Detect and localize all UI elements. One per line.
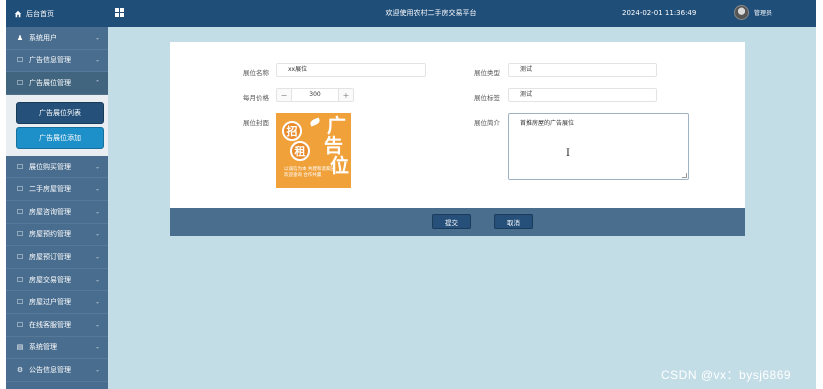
price-stepper[interactable]: − 300 + [276, 88, 354, 102]
doc-icon: ☐ [16, 162, 24, 171]
username: 管理员 [754, 10, 773, 17]
name-label: 展位名称 [243, 69, 269, 77]
doc-icon: ☐ [16, 207, 24, 216]
chevron-down-icon: ⌄ [94, 253, 100, 261]
text-cursor-icon: I [566, 148, 570, 159]
sidebar-item-label: 房屋过户管理 [29, 298, 71, 307]
user-menu[interactable]: 管理员 [734, 5, 772, 20]
cancel-button[interactable]: 取消 [494, 214, 533, 229]
doc-icon: ☐ [16, 252, 24, 261]
intro-label: 展位简介 [474, 119, 500, 127]
sidebar-item-ad-booth[interactable]: ☐ 广告展位管理 ⌃ [6, 72, 108, 95]
decrement-button[interactable]: − [277, 89, 292, 101]
sidebar-item-label: 房屋预订管理 [29, 252, 71, 261]
sidebar-item-system[interactable]: ▤ 系统管理 ⌄ [6, 337, 108, 360]
leaf-decoration [309, 117, 321, 127]
sidebar-item-label: 系统用户 [29, 33, 57, 42]
sidebar: ♟ 系统用户 ⌄ ☐ 广告信息管理 ⌄ ☐ 广告展位管理 ⌃ 广告展位列表 广告… [6, 27, 108, 389]
chevron-down-icon: ⌄ [94, 276, 100, 284]
doc-icon: ☐ [16, 185, 24, 194]
chevron-down-icon: ⌄ [94, 298, 100, 306]
type-label: 展位类型 [474, 69, 500, 77]
price-value[interactable]: 300 [292, 89, 338, 101]
sidebar-item-appointment[interactable]: ☐ 房屋预约管理 ⌄ [6, 224, 108, 247]
poster-text: 欢迎垂询 合作共赢 [284, 173, 322, 178]
sidebar-item-label: 二手房屋管理 [29, 185, 71, 194]
sidebar-item-reservation[interactable]: ☐ 房屋预订管理 ⌄ [6, 246, 108, 269]
chevron-up-icon: ⌃ [94, 79, 100, 87]
avatar [734, 5, 749, 20]
sidebar-item-label: 广告信息管理 [29, 56, 71, 65]
sidebar-item-houses[interactable]: ☐ 二手房屋管理 ⌄ [6, 178, 108, 201]
sidebar-item-label: 房屋交易管理 [29, 275, 71, 284]
poster-char: 招 [282, 121, 302, 141]
resize-handle[interactable] [682, 173, 687, 178]
type-input[interactable]: 测试 [508, 63, 657, 77]
intro-textarea[interactable]: 首推房屋的广告展位 [508, 113, 689, 180]
doc-icon: ☐ [16, 78, 24, 87]
intro-text: 首推房屋的广告展位 [520, 120, 575, 127]
poster-big-char: 告 [323, 135, 343, 157]
cover-image-upload[interactable]: 招 租 广 告 位 以诚信为本 共建和谐家园 欢迎垂询 合作共赢 [276, 113, 351, 188]
sidebar-item-label: 房屋咨询管理 [29, 207, 71, 216]
sidebar-item-label: 房屋预约管理 [29, 230, 71, 239]
sidebar-item-label: 公告信息管理 [29, 365, 71, 374]
chevron-down-icon: ⌄ [94, 208, 100, 216]
top-bar: 后台首页 欢迎使用农村二手房交易平台 2024-02-01 11:36:49 管… [6, 0, 816, 27]
app-window: 后台首页 欢迎使用农村二手房交易平台 2024-02-01 11:36:49 管… [6, 0, 816, 389]
increment-button[interactable]: + [338, 89, 353, 101]
sidebar-item-notice[interactable]: ⚙ 公告信息管理 ⌄ [6, 359, 108, 382]
submenu-ad-booth: 广告展位列表 广告展位添加 [6, 94, 108, 156]
sidebar-item-transaction[interactable]: ☐ 房屋交易管理 ⌄ [6, 269, 108, 292]
chevron-down-icon: ⌄ [94, 185, 100, 193]
chevron-down-icon: ⌄ [94, 34, 100, 42]
name-input[interactable]: xx展位 [276, 63, 426, 77]
cover-label: 展位封面 [243, 119, 269, 127]
sidebar-item-label: 在线客服管理 [29, 320, 71, 329]
chevron-down-icon: ⌄ [94, 366, 100, 374]
chevron-down-icon: ⌄ [94, 56, 100, 64]
poster-char: 租 [290, 141, 310, 161]
chevron-down-icon: ⌄ [94, 163, 100, 171]
doc-icon: ☐ [16, 320, 24, 329]
main-content: 展位名称 xx展位 展位类型 测试 每月价格 − 300 + 展位标签 测试 展… [170, 42, 745, 236]
current-datetime: 2024-02-01 11:36:49 [622, 9, 697, 17]
sidebar-item-consult[interactable]: ☐ 房屋咨询管理 ⌄ [6, 201, 108, 224]
form-action-bar: 提交 取消 [170, 208, 745, 236]
price-label: 每月价格 [243, 94, 269, 102]
user-icon: ♟ [16, 33, 24, 42]
sidebar-item-label: 广告展位管理 [29, 78, 71, 87]
submit-button[interactable]: 提交 [432, 214, 471, 229]
tag-input[interactable]: 测试 [508, 88, 657, 102]
poster-big-char: 广 [326, 115, 346, 137]
chevron-down-icon: ⌄ [94, 230, 100, 238]
sidebar-item-label: 系统管理 [29, 343, 57, 352]
gear-icon: ⚙ [16, 365, 24, 374]
sidebar-item-label: 展位购买管理 [29, 162, 71, 171]
chevron-down-icon: ⌄ [94, 343, 100, 351]
sidebar-item-booth-purchase[interactable]: ☐ 展位购买管理 ⌄ [6, 156, 108, 179]
sidebar-item-support[interactable]: ☐ 在线客服管理 ⌄ [6, 314, 108, 337]
booth-form: 展位名称 xx展位 展位类型 测试 每月价格 − 300 + 展位标签 测试 展… [170, 42, 745, 208]
doc-icon: ☐ [16, 275, 24, 284]
doc-icon: ☐ [16, 56, 24, 65]
doc-icon: ☐ [16, 298, 24, 307]
sidebar-item-ad-info[interactable]: ☐ 广告信息管理 ⌄ [6, 50, 108, 73]
sidebar-item-transfer[interactable]: ☐ 房屋过户管理 ⌄ [6, 291, 108, 314]
tag-label: 展位标签 [474, 94, 500, 102]
system-icon: ▤ [16, 343, 24, 352]
sidebar-item-users[interactable]: ♟ 系统用户 ⌄ [6, 27, 108, 50]
watermark: CSDN @vx：bysj6869 [661, 368, 792, 382]
submenu-item-booth-add[interactable]: 广告展位添加 [16, 126, 104, 149]
chevron-down-icon: ⌄ [94, 321, 100, 329]
doc-icon: ☐ [16, 230, 24, 239]
submenu-item-booth-list[interactable]: 广告展位列表 [16, 101, 104, 124]
